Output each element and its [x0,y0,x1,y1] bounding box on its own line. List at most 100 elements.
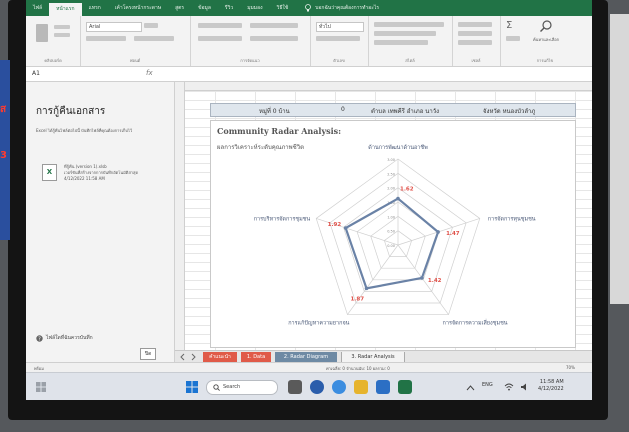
sheet-tab[interactable]: 2. Radar Diagram [275,352,337,362]
tell-me-box[interactable]: บอกฉันว่าคุณต้องการทำอะไร [305,4,379,12]
close-pane-button[interactable]: ปิด [140,348,157,360]
task-view-icon[interactable] [288,380,302,394]
windows-taskbar: Search ENG 11:58 AM 4/12/2022 [26,372,592,400]
fill-button[interactable] [506,36,520,41]
number-format-select[interactable]: ทั่วไป [316,22,364,32]
group-alignment: การจัดแนว [190,16,311,66]
font-size-select[interactable] [144,23,158,28]
help-link[interactable]: ? ไฟล์ใดที่ฉันควรบันทึก [36,334,93,342]
ribbon-tab[interactable]: รีวิว [218,4,240,12]
ribbon-tab[interactable]: สูตร [168,4,191,12]
group-font: Arial ฟอนต์ [80,16,191,66]
find-select-button[interactable]: ค้นหาและเลือก [526,18,566,43]
wrap-text-button[interactable] [250,23,298,28]
radar-category-label: ด้านการพัฒนาด้านอาชีพ [368,144,428,151]
excel-file-icon[interactable]: X [42,164,57,181]
ribbon-tab[interactable]: วิธีใช้ [270,4,296,12]
radar-value-label: 1.92 [328,222,342,228]
document-recovery-pane: การกู้คืนเอกสาร Excel ได้กู้คืนไฟล์ต่อไป… [26,82,175,372]
ribbon-tab[interactable]: เค้าโครงหน้ากระดาษ [108,4,168,12]
taskbar-clock[interactable]: 11:58 AM 4/12/2022 [538,379,564,393]
group-label: เซลล์ [471,58,481,63]
windows-logo-icon[interactable] [36,382,46,392]
edge-browser-icon[interactable] [310,380,324,394]
format-as-table-button[interactable] [374,31,436,36]
radar-value-label: 1.47 [446,231,460,237]
bold-italic-buttons[interactable] [86,36,126,41]
radar-point [420,276,424,280]
chrome-browser-icon[interactable] [332,380,346,394]
copy-icon[interactable] [54,33,70,37]
village-label: หมู่ที่ 0 บ้าน [259,108,290,115]
group-cells: เซลล์ [452,16,501,66]
speaker-icon[interactable] [520,383,530,391]
group-label: การจัดแนว [240,58,260,63]
group-number: ทั่วไป ตัวเลข [310,16,369,66]
sheet-tab[interactable]: 1. Data [241,352,271,362]
paste-icon[interactable] [36,24,48,42]
radar-chart-area[interactable]: Community Radar Analysis: ผลการวิเคราะห์… [210,120,576,348]
row-headers[interactable] [175,82,185,362]
recovered-file-item[interactable]: ที่กู้คืน (version 1).xlsb เวอร์ชันที่สร… [64,164,164,182]
svg-text:?: ? [38,336,41,342]
start-button-icon[interactable] [186,381,198,393]
delete-cells-button[interactable] [458,31,492,36]
conditional-formatting-button[interactable] [374,22,444,27]
radar-category-label: การบริหารจัดการชุมชน [254,215,311,222]
insert-cells-button[interactable] [458,22,492,27]
excel-window: ไฟล์ หน้าแรก แทรก เค้าโครงหน้ากระดาษ สูตร ข้อ… [26,0,592,400]
search-label: Search [223,384,241,390]
currency-percent-buttons[interactable] [316,36,360,41]
ribbon-tab[interactable]: ไฟล์ [26,4,49,12]
zoom-level[interactable]: 70% [566,365,575,370]
mail-icon[interactable] [376,380,390,394]
background-poster: ส3 [0,60,10,240]
file-explorer-icon[interactable] [354,380,368,394]
radar-value-label: 1.87 [350,296,364,302]
align-top-buttons[interactable] [198,23,242,28]
search-icon [213,384,220,391]
province-label: จังหวัด หนองบัวลำภู [483,108,536,115]
column-headers[interactable] [175,82,592,91]
radar-point [364,286,369,291]
ribbon-tab[interactable]: มุมมอง [240,4,269,12]
cut-icon[interactable] [54,25,70,29]
language-indicator[interactable]: ENG [482,382,493,388]
radar-point [436,230,440,234]
ribbon-tab[interactable]: แทรก [82,4,108,12]
merge-center-button[interactable] [250,36,298,41]
radar-ring-tick: 0.00 [387,244,395,248]
ribbon-tab[interactable]: หน้าแรก [49,3,82,16]
align-left-buttons[interactable] [198,36,242,41]
font-name-select[interactable]: Arial [86,22,142,32]
clock-date: 4/12/2022 [538,386,564,392]
magnifier-icon [540,20,552,32]
format-cells-button[interactable] [458,40,492,45]
group-styles: สไตล์ [368,16,453,66]
name-box[interactable]: A1 [32,70,40,77]
tell-me-text: บอกฉันว่าคุณต้องการทำอะไร [315,5,380,11]
tab-scroll-right-icon[interactable] [189,353,197,361]
autosum-icon[interactable]: Σ [506,20,512,31]
radar-category-label: การจัดการทุนชุมชน [488,215,536,222]
fx-icon[interactable]: fx [146,69,153,77]
radar-point [343,226,348,230]
group-clipboard: คลิปบอร์ด [26,16,81,66]
wifi-icon[interactable] [504,383,514,391]
sheet-header-band: หมู่ที่ 0 บ้าน 0 ตำบล เทพคีรี อำเภอ นาวั… [210,103,576,117]
taskbar-search[interactable]: Search [206,380,278,395]
group-label: คลิปบอร์ด [44,58,62,63]
ribbon-tab[interactable]: ข้อมูล [191,4,218,12]
ribbon-tab-bar: ไฟล์ หน้าแรก แทรก เค้าโครงหน้ากระดาษ สูตร ข้อ… [26,0,592,16]
recovered-file-time: 4/12/2022 11:58 AM [64,176,105,181]
sheet-tab[interactable]: คำแนะนำ [203,352,237,362]
excel-taskbar-icon[interactable] [398,380,412,394]
cell-styles-button[interactable] [374,40,428,45]
chevron-up-icon[interactable] [466,384,475,391]
help-text: ไฟล์ใดที่ฉันควรบันทึก [46,335,93,341]
village-number: 0 [341,106,345,113]
group-label: ฟอนต์ [129,58,141,63]
find-select-label: ค้นหาและเลือก [532,37,560,42]
tab-scroll-left-icon[interactable] [179,353,187,361]
fill-color-buttons[interactable] [134,36,174,41]
